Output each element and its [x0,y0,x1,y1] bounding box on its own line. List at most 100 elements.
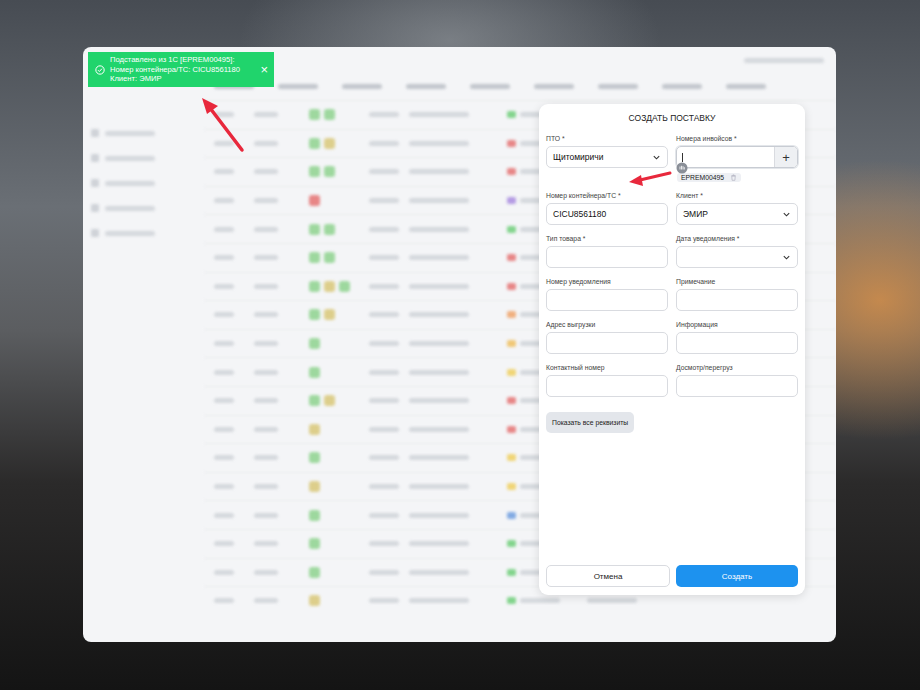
form-field: ПТО * Щитомиричи [546,135,668,182]
status-mark [309,510,320,521]
form-field: Номера инвойсов * + EPREM00495 [676,135,798,182]
status-dot [507,426,516,433]
field-label: Тип товара * [546,235,668,242]
field-label: Адрес выгрузки [546,321,668,328]
status-dot [507,254,516,261]
sidebar-item[interactable] [91,153,196,163]
status-mark [309,367,320,378]
field-label: Номера инвойсов * [676,135,798,142]
status-mark [324,281,335,292]
status-dot [507,311,516,318]
status-mark [309,424,320,435]
select-field[interactable]: ЭМИР [676,203,798,225]
form-field: Дата уведомления * [676,235,798,268]
arrow-icon [629,173,670,186]
status-dot [507,111,516,118]
grab-cursor-icon [676,162,688,174]
status-mark [309,166,320,177]
field-label: Номер контейнера/ТС * [546,192,668,199]
check-icon [95,65,105,75]
dialog-title: СОЗДАТЬ ПОСТАВКУ [546,111,798,135]
status-mark [309,195,320,206]
status-dot [507,483,516,490]
table-header [204,73,836,100]
text-input[interactable]: CICU8561180 [546,203,668,225]
sidebar-item[interactable] [91,178,196,188]
text-input[interactable] [546,375,668,397]
sidebar-item[interactable] [91,228,196,238]
status-dot [507,168,516,175]
status-mark [309,481,320,492]
dialog-footer: Отмена Создать [546,565,798,587]
invoice-chip[interactable]: EPREM00495 [677,173,741,182]
status-mark [324,109,335,120]
field-label: Досмотр/перегруз [676,364,798,371]
status-mark [309,338,320,349]
field-label: Контактный номер [546,364,668,371]
status-mark [309,224,320,235]
text-input[interactable] [546,246,668,268]
select-field[interactable] [676,246,798,268]
form-field: Номер уведомления [546,278,668,311]
status-mark [309,309,320,320]
text-input[interactable] [676,375,798,397]
show-all-button[interactable]: Показать все реквизиты [546,412,634,433]
form-field: Номер контейнера/ТС * CICU8561180 [546,192,668,225]
form-field: Примечание [676,278,798,311]
form-field: Контактный номер [546,364,668,397]
invoice-input[interactable]: + [676,146,798,168]
form-field: Информация [676,321,798,354]
form-field: Досмотр/перегруз [676,364,798,397]
status-dot [507,397,516,404]
status-mark [309,395,320,406]
status-mark [324,252,335,263]
status-dot [507,340,516,347]
annotation-layer [0,0,920,690]
status-mark [309,452,320,463]
status-dot [507,512,516,519]
status-dot [507,454,516,461]
status-mark [309,538,320,549]
toast: Подставлено из 1С [EPREM00495]:Номер кон… [88,52,274,87]
field-label: Дата уведомления * [676,235,798,242]
status-dot [507,197,516,204]
status-mark [309,595,320,606]
field-label: Информация [676,321,798,328]
text-input[interactable] [676,332,798,354]
sidebar-item[interactable] [91,203,196,213]
status-mark [339,281,350,292]
form-field: Адрес выгрузки [546,321,668,354]
select-field[interactable]: Щитомиричи [546,146,668,168]
status-dot [507,369,516,376]
form: ПТО * Щитомиричи Номера инвойсов * + EPR… [546,135,798,397]
field-label: Номер уведомления [546,278,668,285]
status-mark [309,252,320,263]
close-button[interactable]: × [260,63,268,76]
field-label: ПТО * [546,135,668,142]
status-mark [324,395,335,406]
status-mark [324,166,335,177]
status-mark [324,224,335,235]
status-dot [507,226,516,233]
add-button[interactable]: + [774,147,797,167]
status-dot [507,597,516,604]
create-dialog: СОЗДАТЬ ПОСТАВКУ ПТО * Щитомиричи Номера… [539,104,805,595]
sidebar-item[interactable] [91,128,196,138]
status-dot [507,540,516,547]
secondary-button[interactable]: Отмена [546,565,670,587]
status-dot [507,283,516,290]
text-input[interactable] [676,289,798,311]
text-input[interactable] [546,332,668,354]
chevron-down-icon [782,210,791,219]
status-mark [324,309,335,320]
toast-message: Подставлено из 1С [EPREM00495]:Номер кон… [110,55,255,84]
desktop: Подставлено из 1С [EPREM00495]:Номер кон… [0,0,920,690]
text-input[interactable] [546,289,668,311]
form-field: Тип товара * [546,235,668,268]
field-label: Клиент * [676,192,798,199]
sidebar [83,73,204,642]
primary-button[interactable]: Создать [676,565,798,587]
field-label: Примечание [676,278,798,285]
trash-icon[interactable] [730,174,737,181]
form-field: Клиент * ЭМИР [676,192,798,225]
